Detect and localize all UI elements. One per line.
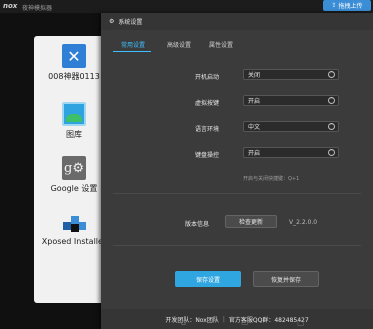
settings-title: 系统设置 [118, 19, 143, 26]
drag-upload-button[interactable]: ⇪ 拖拽上传 [323, 0, 371, 11]
home-icon[interactable]: ▭ [241, 318, 249, 327]
chevron-down-icon: ⌃ [328, 149, 335, 156]
upload-icon: ⇪ [331, 2, 337, 9]
shortcut-hint: 开启与关闭快捷键：Q+1 [243, 176, 300, 182]
tab-common-settings[interactable]: 常用设置 [121, 37, 145, 51]
version-info-label: 版本信息 [185, 221, 210, 228]
version-number: V_2.2.0.0 [289, 219, 318, 226]
virtual-keys-label: 虚拟按键 [194, 100, 219, 107]
tab-property-settings[interactable]: 属性设置 [209, 37, 233, 51]
android-nav-bar: ⌂ ▭ ▢ [101, 316, 373, 329]
keyboard-control-label: 键盘操控 [194, 152, 219, 159]
recent-apps-icon[interactable]: ▢ [297, 318, 305, 327]
keyboard-control-select[interactable]: 开启 ⌃ [243, 147, 339, 158]
language-value: 中文 [248, 124, 261, 131]
chevron-down-icon: ⌃ [328, 71, 335, 78]
boot-start-label: 开机启动 [194, 74, 219, 81]
check-update-button[interactable]: 检查更新 [225, 215, 277, 228]
nox-logo: nox [3, 2, 18, 10]
chevron-down-icon: ⌃ [328, 97, 335, 104]
boot-start-select[interactable]: 关闭 ⌃ [243, 69, 339, 80]
divider [113, 245, 361, 246]
gear-icon: ⚙ [109, 18, 115, 25]
save-settings-button[interactable]: 保存设置 [175, 271, 241, 287]
xposed-icon [61, 214, 87, 234]
virtual-keys-value: 开启 [248, 98, 261, 105]
tool-icon: ✕ [62, 44, 86, 68]
app-drawer: ✕ 008神器0113 图库 g⚙ Google 设置 Xposed Insta… [34, 36, 106, 303]
virtual-keys-select[interactable]: 开启 ⌃ [243, 95, 339, 106]
divider [113, 193, 361, 194]
tab-advanced-settings[interactable]: 高级设置 [167, 37, 191, 51]
chevron-down-icon: ⌃ [328, 123, 335, 130]
system-settings-window: ⚙ 系统设置 常用设置 高级设置 属性设置 开机启动 关闭 ⌃ 虚拟按键 开启 … [101, 13, 373, 329]
restore-and-save-button[interactable]: 恢复并保存 [253, 271, 319, 287]
upload-label: 拖拽上传 [338, 3, 363, 10]
boot-start-value: 关闭 [248, 72, 261, 79]
emulator-title: 夜神模拟器 [22, 5, 53, 12]
emulator-title-bar: nox 夜神模拟器 ⇪ 拖拽上传 [0, 0, 373, 13]
language-label: 语言环境 [194, 126, 219, 133]
language-select[interactable]: 中文 ⌃ [243, 121, 339, 132]
keyboard-control-value: 开启 [248, 150, 261, 157]
google-settings-icon: g⚙ [62, 156, 86, 180]
back-icon[interactable]: ⌂ [181, 318, 186, 327]
settings-title-bar: ⚙ 系统设置 [101, 13, 373, 30]
gallery-icon [62, 102, 86, 126]
active-tab-indicator [113, 51, 151, 52]
